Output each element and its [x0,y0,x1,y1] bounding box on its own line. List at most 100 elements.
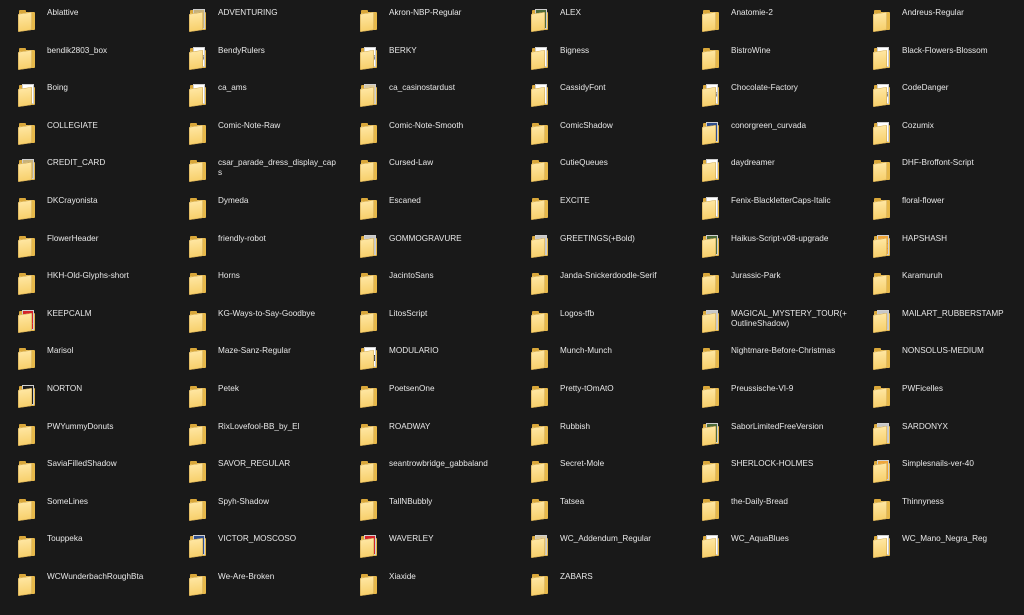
folder-item[interactable]: Anatomie-2 [684,0,855,38]
folder-icon: W [701,83,721,108]
folder-item[interactable]: Akron-NBP-Regular [342,0,513,38]
folder-item[interactable]: csar_parade_dress_display_caps [171,150,342,188]
folder-item[interactable]: Dymeda [171,188,342,226]
folder-item[interactable]: the-Daily-Bread [684,489,855,527]
folder-item[interactable]: Escaned [342,188,513,226]
folder-item[interactable]: Simplesnails-ver-40 [855,451,1024,489]
folder-item[interactable]: PoetsenOne [342,376,513,414]
folder-item[interactable]: W BERKY [342,38,513,76]
folder-item[interactable]: SaborLimitedFreeVersion [684,414,855,452]
folder-item[interactable]: SAVOR_REGULAR [171,451,342,489]
folder-item[interactable]: seantrowbridge_gabbaland [342,451,513,489]
folder-item[interactable]: DHF-Broffont-Script [855,150,1024,188]
folder-item[interactable]: RixLovefool-BB_by_El [171,414,342,452]
folder-item[interactable]: Adaydreamer [684,150,855,188]
folder-label: NONSOLUS-MEDIUM [902,346,984,356]
folder-item[interactable]: Comic-Note-Smooth [342,113,513,151]
folder-item[interactable]: C Fenix-BlackletterCaps-Italic [684,188,855,226]
folder-item[interactable]: Munch-Munch [513,338,684,376]
folder-item[interactable]: l WC_Mano_Negra_Reg [855,526,1024,564]
folder-item[interactable]: We-Are-Broken [171,564,342,602]
folder-item[interactable]: CutieQueues [513,150,684,188]
folder-item[interactable]: COLLEGIATE [0,113,171,151]
folder-item[interactable]: EXCITE [513,188,684,226]
folder-item[interactable]: ✿ Black-Flowers-Blossom [855,38,1024,76]
folder-item[interactable]: Marisol [0,338,171,376]
folder-item[interactable]: Touppeka [0,526,171,564]
folder-item[interactable]: Andreus-Regular [855,0,1024,38]
folder-item[interactable]: DKCrayonista [0,188,171,226]
folder-item[interactable]: HKH-Old-Glyphs-short [0,263,171,301]
folder-label: SaborLimitedFreeVersion [731,421,824,431]
folder-item[interactable]: SARDONYX [855,414,1024,452]
folder-item[interactable]: D WC_Addendum_Regular [513,526,684,564]
folder-item[interactable]: Maze-Sanz-Regular [171,338,342,376]
folder-item[interactable]: NONSOLUS-MEDIUM [855,338,1024,376]
folder-item[interactable]: Spyh-Shadow [171,489,342,527]
folder-item[interactable]: VICTOR_MOSCOSO [171,526,342,564]
folder-item[interactable]: KG-Ways-to-Say-Goodbye [171,301,342,339]
folder-item[interactable]: Karamuruh [855,263,1024,301]
folder-item[interactable]: Comic-Note-Raw [171,113,342,151]
folder-item[interactable]: Horns [171,263,342,301]
folder-item[interactable]: Nightmare-Before-Christmas [684,338,855,376]
folder-item[interactable]: Haikus-Script-v08-upgrade [684,226,855,264]
folder-item[interactable]: ROADWAY [342,414,513,452]
folder-item[interactable]: Xiaxide [342,564,513,602]
folder-item[interactable]: bendik2803_box [0,38,171,76]
folder-item[interactable]: Rubbish [513,414,684,452]
folder-item[interactable]: B WC_AquaBlues [684,526,855,564]
folder-item[interactable]: TallNBubbly [342,489,513,527]
folder-item[interactable]: PWFicelles [855,376,1024,414]
folder-item[interactable]: A ALEX [513,0,684,38]
folder-item[interactable]: M MODULARIO [342,338,513,376]
folder-item[interactable]: H HAPSHASH [855,226,1024,264]
folder-item[interactable]: A ADVENTURING [171,0,342,38]
folder-item[interactable]: Thinnyness [855,489,1024,527]
folder-item[interactable]: SomeLines [0,489,171,527]
folder-item[interactable]: Tatsea [513,489,684,527]
folder-item[interactable]: ZABARS [513,564,684,602]
folder-item[interactable]: Jurassic-Park [684,263,855,301]
folder-item[interactable]: c Cozumix [855,113,1024,151]
folder-item[interactable]: K KEEPCALM [0,301,171,339]
folder-item[interactable]: ComicShadow [513,113,684,151]
folder-item[interactable]: GREETINGS(+Bold) [513,226,684,264]
folder-item[interactable]: BistroWine [684,38,855,76]
folder-item[interactable]: floral-flower [855,188,1024,226]
folder-item[interactable]: b Bigness [513,38,684,76]
folder-icon [701,422,721,446]
folder-item[interactable]: c conorgreen_curvada [684,113,855,151]
folder-item[interactable]: W Chocolate-Factory [684,75,855,113]
folder-item[interactable]: a ca_ams [171,75,342,113]
folder-item[interactable]: CREDIT_CARD [0,150,171,188]
folder-item[interactable]: MAILART_RUBBERSTAMP [855,301,1024,339]
folder-label: DKCrayonista [47,195,98,205]
folder-item[interactable]: PWYummyDonuts [0,414,171,452]
folder-item[interactable]: WAVERLEY [342,526,513,564]
folder-item[interactable]: Petek [171,376,342,414]
folder-item[interactable]: a ca_casinostardust [342,75,513,113]
folder-item[interactable]: LitosScript [342,301,513,339]
folder-label: WC_Mano_Negra_Reg [902,534,988,544]
folder-item[interactable]: B Boing [0,75,171,113]
folder-item[interactable]: Ablattive [0,0,171,38]
folder-item[interactable]: WCWunderbachRoughBta [0,564,171,602]
folder-item[interactable]: N NORTON [0,376,171,414]
folder-item[interactable]: W BendyRulers [171,38,342,76]
folder-item[interactable]: W CodeDanger [855,75,1024,113]
folder-item[interactable]: friendly-robot [171,226,342,264]
folder-item[interactable]: Pretty-tOmAtO [513,376,684,414]
folder-item[interactable]: SHERLOCK-HOLMES [684,451,855,489]
folder-item[interactable]: FlowerHeader [0,226,171,264]
folder-item[interactable]: Cursed-Law [342,150,513,188]
folder-item[interactable]: Janda-Snickerdoodle-Serif [513,263,684,301]
folder-item[interactable]: MAGICAL_MYSTERY_TOUR(+OutlineShadow) [684,301,855,339]
folder-item[interactable]: SaviaFilledShadow [0,451,171,489]
folder-item[interactable]: Preussische-VI-9 [684,376,855,414]
folder-item[interactable]: Logos-tfb [513,301,684,339]
folder-item[interactable]: G GOMMOGRAVURE [342,226,513,264]
folder-item[interactable]: a CassidyFont [513,75,684,113]
folder-item[interactable]: JacintoSans [342,263,513,301]
folder-item[interactable]: Secret-Mole [513,451,684,489]
